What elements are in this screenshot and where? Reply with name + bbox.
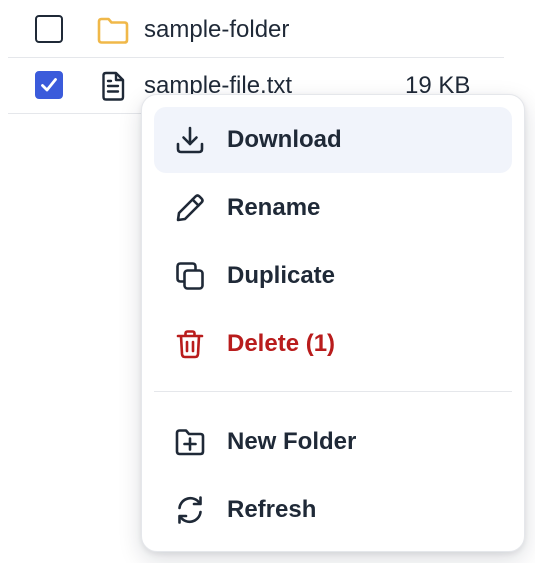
row-checkbox[interactable] (35, 15, 63, 43)
menu-item-label: Rename (227, 194, 321, 221)
menu-item-label: Delete (1) (227, 330, 336, 357)
menu-item-delete[interactable]: Delete (1) (154, 311, 512, 377)
menu-item-rename[interactable]: Rename (154, 175, 512, 241)
copy-icon (174, 260, 206, 292)
context-menu: Download Rename Duplicate Delete (1) New… (141, 94, 525, 552)
row-checkbox-checked[interactable] (35, 71, 63, 99)
trash-icon (174, 328, 206, 360)
file-name: sample-folder (144, 16, 290, 43)
menu-item-refresh[interactable]: Refresh (154, 477, 512, 543)
pencil-icon (174, 192, 206, 224)
file-text-icon (96, 70, 130, 102)
folder-icon (96, 14, 130, 46)
menu-item-label: Duplicate (227, 262, 336, 289)
menu-item-label: New Folder (227, 428, 357, 455)
file-row-sample-folder[interactable]: sample-folder (8, 2, 504, 58)
menu-item-download[interactable]: Download (154, 107, 512, 173)
menu-item-label: Refresh (227, 496, 317, 523)
download-icon (174, 124, 206, 156)
menu-item-label: Download (227, 126, 342, 153)
menu-divider (154, 391, 512, 392)
menu-item-duplicate[interactable]: Duplicate (154, 243, 512, 309)
menu-item-new-folder[interactable]: New Folder (154, 409, 512, 475)
folder-plus-icon (174, 426, 206, 458)
refresh-icon (174, 494, 206, 526)
checkmark-icon (41, 78, 57, 92)
